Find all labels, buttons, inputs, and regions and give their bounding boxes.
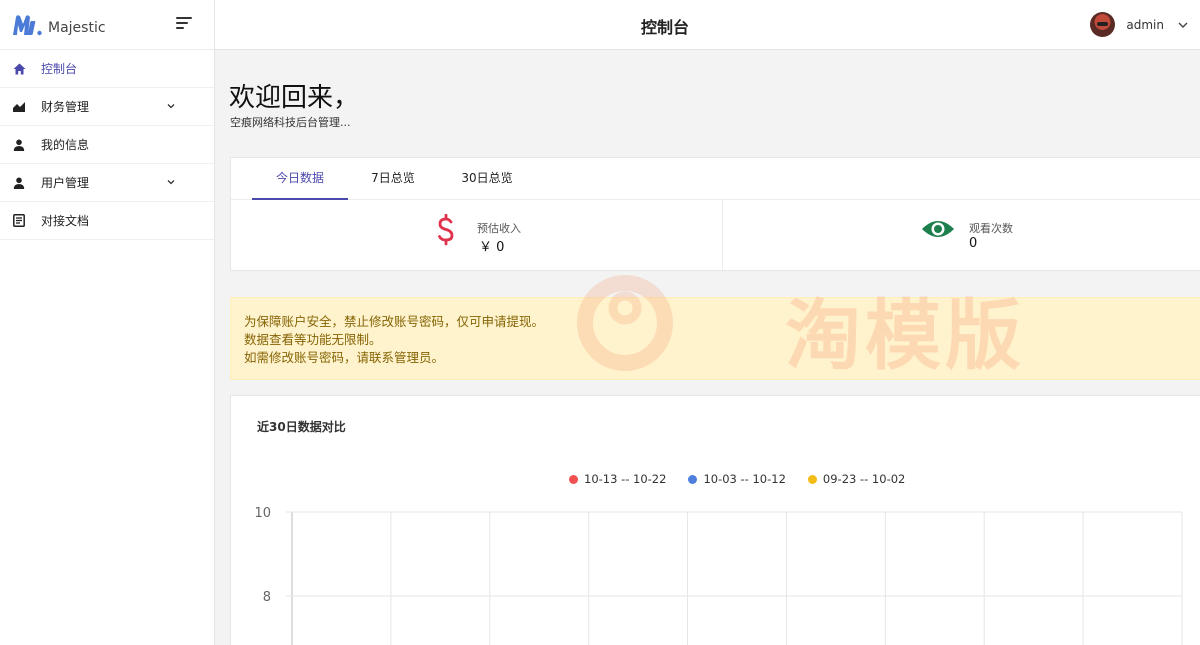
stat-value: 0 xyxy=(969,236,978,251)
tab-30-days[interactable]: 30日总览 xyxy=(449,158,525,200)
stats-tabs: 今日数据 7日总览 30日总览 xyxy=(231,158,1200,200)
sidebar-item-3[interactable]: 用户管理 xyxy=(0,164,214,202)
stat-label: 观看次数 xyxy=(969,222,1013,235)
legend-dot xyxy=(569,474,578,484)
stat-views: 观看次数 0 xyxy=(723,200,1200,272)
home-icon xyxy=(12,62,26,76)
page-title: 控制台 xyxy=(640,18,689,37)
avatar[interactable] xyxy=(1090,12,1116,37)
stats-card: 今日数据 7日总览 30日总览 预估收入 ￥ 0 观看次数 0 xyxy=(230,157,1200,272)
sidebar-item-label: 我的信息 xyxy=(41,138,90,152)
legend-item[interactable]: 09-23 -- 10-02 xyxy=(807,472,906,486)
chart-card: 近30日数据对比 10-13 -- 10-22 10-03 -- 10-12 09-… xyxy=(230,395,1200,645)
stats-row: 预估收入 ￥ 0 观看次数 0 xyxy=(231,200,1200,272)
notice-line: 为保障账户安全，禁止修改账号密码，仅可申请提现。 xyxy=(244,314,545,329)
user-name: admin xyxy=(1126,17,1164,32)
menu-toggle-icon[interactable] xyxy=(176,17,192,31)
tab-7-days[interactable]: 7日总览 xyxy=(357,158,429,200)
legend-dot xyxy=(688,474,698,484)
legend-item[interactable]: 10-13 -- 10-22 xyxy=(569,472,666,486)
top-header: 控制台 admin xyxy=(215,0,1200,50)
sidebar-item-0[interactable]: 控制台 xyxy=(0,50,214,88)
sidebar-item-1[interactable]: 财务管理 xyxy=(0,88,214,126)
sidebar-item-label: 对接文档 xyxy=(41,214,90,228)
line-chart: 10 8 xyxy=(254,506,1183,645)
sidebar-item-4[interactable]: 对接文档 xyxy=(0,202,214,240)
user-menu[interactable]: admin xyxy=(1090,12,1188,37)
eye-icon xyxy=(922,221,954,237)
y-tick-label: 8 xyxy=(263,590,271,605)
welcome-subtitle: 空痕网络科技后台管理... xyxy=(230,116,351,129)
notice-alert: 为保障账户安全，禁止修改账号密码，仅可申请提现。 数据查看等功能无限制。 如需修… xyxy=(230,297,1200,380)
stat-label: 预估收入 xyxy=(477,222,521,235)
main-content: 欢迎回来， 空痕网络科技后台管理... 今日数据 7日总览 30日总览 预估收入… xyxy=(215,50,1200,645)
sidebar-nav: 控制台财务管理我的信息用户管理对接文档 xyxy=(0,50,214,240)
legend-dot xyxy=(807,474,817,484)
stat-estimated-income: 预估收入 ￥ 0 xyxy=(231,200,723,272)
user-icon xyxy=(12,138,26,152)
document-icon xyxy=(12,214,26,228)
sidebar-item-label: 用户管理 xyxy=(41,176,90,190)
legend-label: 09-23 -- 10-02 xyxy=(822,472,906,486)
chevron-down-icon[interactable] xyxy=(166,177,176,187)
user-icon xyxy=(12,176,26,190)
legend-item[interactable]: 10-03 -- 10-12 xyxy=(688,472,786,486)
chart-title: 近30日数据对比 xyxy=(257,420,346,434)
tab-today[interactable]: 今日数据 xyxy=(252,158,348,200)
chart-legend: 10-13 -- 10-22 10-03 -- 10-12 09-23 -- 10-… xyxy=(569,472,927,486)
sidebar-item-2[interactable]: 我的信息 xyxy=(0,126,214,164)
chevron-down-icon[interactable] xyxy=(1178,20,1188,30)
sidebar: Majestic 控制台财务管理我的信息用户管理对接文档 xyxy=(0,0,215,645)
legend-label: 10-13 -- 10-22 xyxy=(584,472,667,486)
y-tick-label: 10 xyxy=(254,506,271,521)
brand-name: Majestic xyxy=(48,19,106,36)
stat-value: ￥ 0 xyxy=(479,240,505,255)
brand-logo-icon[interactable] xyxy=(12,14,42,36)
dollar-icon xyxy=(438,214,454,246)
brand: Majestic xyxy=(0,0,214,50)
notice-line: 数据查看等功能无限制。 xyxy=(244,332,382,347)
legend-label: 10-03 -- 10-12 xyxy=(703,472,786,486)
welcome-title: 欢迎回来， xyxy=(229,83,360,113)
notice-line: 如需修改账号密码，请联系管理员。 xyxy=(244,350,445,365)
sidebar-item-label: 控制台 xyxy=(41,62,78,76)
sidebar-item-label: 财务管理 xyxy=(41,100,90,114)
chevron-down-icon[interactable] xyxy=(166,101,176,111)
chart-area-icon xyxy=(12,100,26,114)
